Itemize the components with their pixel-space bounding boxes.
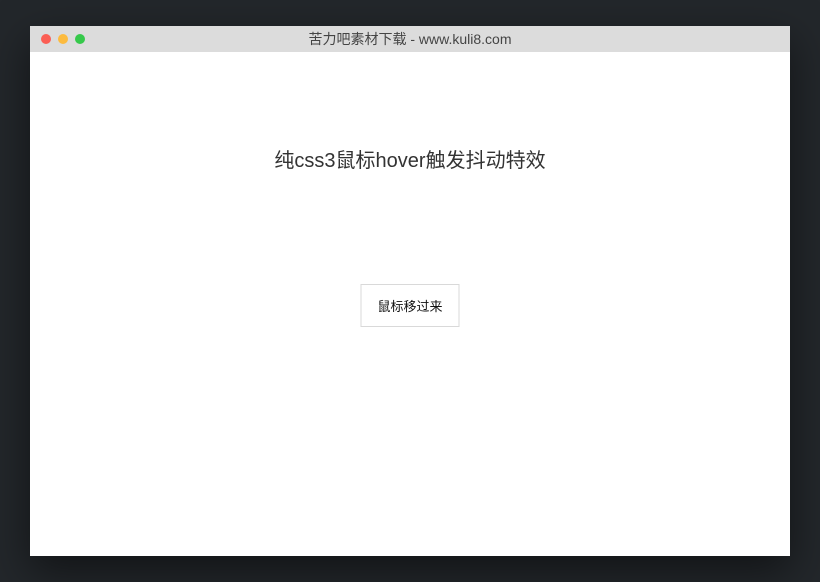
- maximize-icon[interactable]: [75, 34, 85, 44]
- window-title: 苦力吧素材下载 - www.kuli8.com: [30, 29, 790, 49]
- traffic-lights: [30, 34, 85, 44]
- content-area: 纯css3鼠标hover触发抖动特效 鼠标移过来: [30, 52, 790, 556]
- browser-window: 苦力吧素材下载 - www.kuli8.com 纯css3鼠标hover触发抖动…: [30, 26, 790, 556]
- close-icon[interactable]: [41, 34, 51, 44]
- titlebar: 苦力吧素材下载 - www.kuli8.com: [30, 26, 790, 52]
- minimize-icon[interactable]: [58, 34, 68, 44]
- page-heading: 纯css3鼠标hover触发抖动特效: [30, 144, 790, 173]
- hover-demo-button[interactable]: 鼠标移过来: [360, 284, 459, 327]
